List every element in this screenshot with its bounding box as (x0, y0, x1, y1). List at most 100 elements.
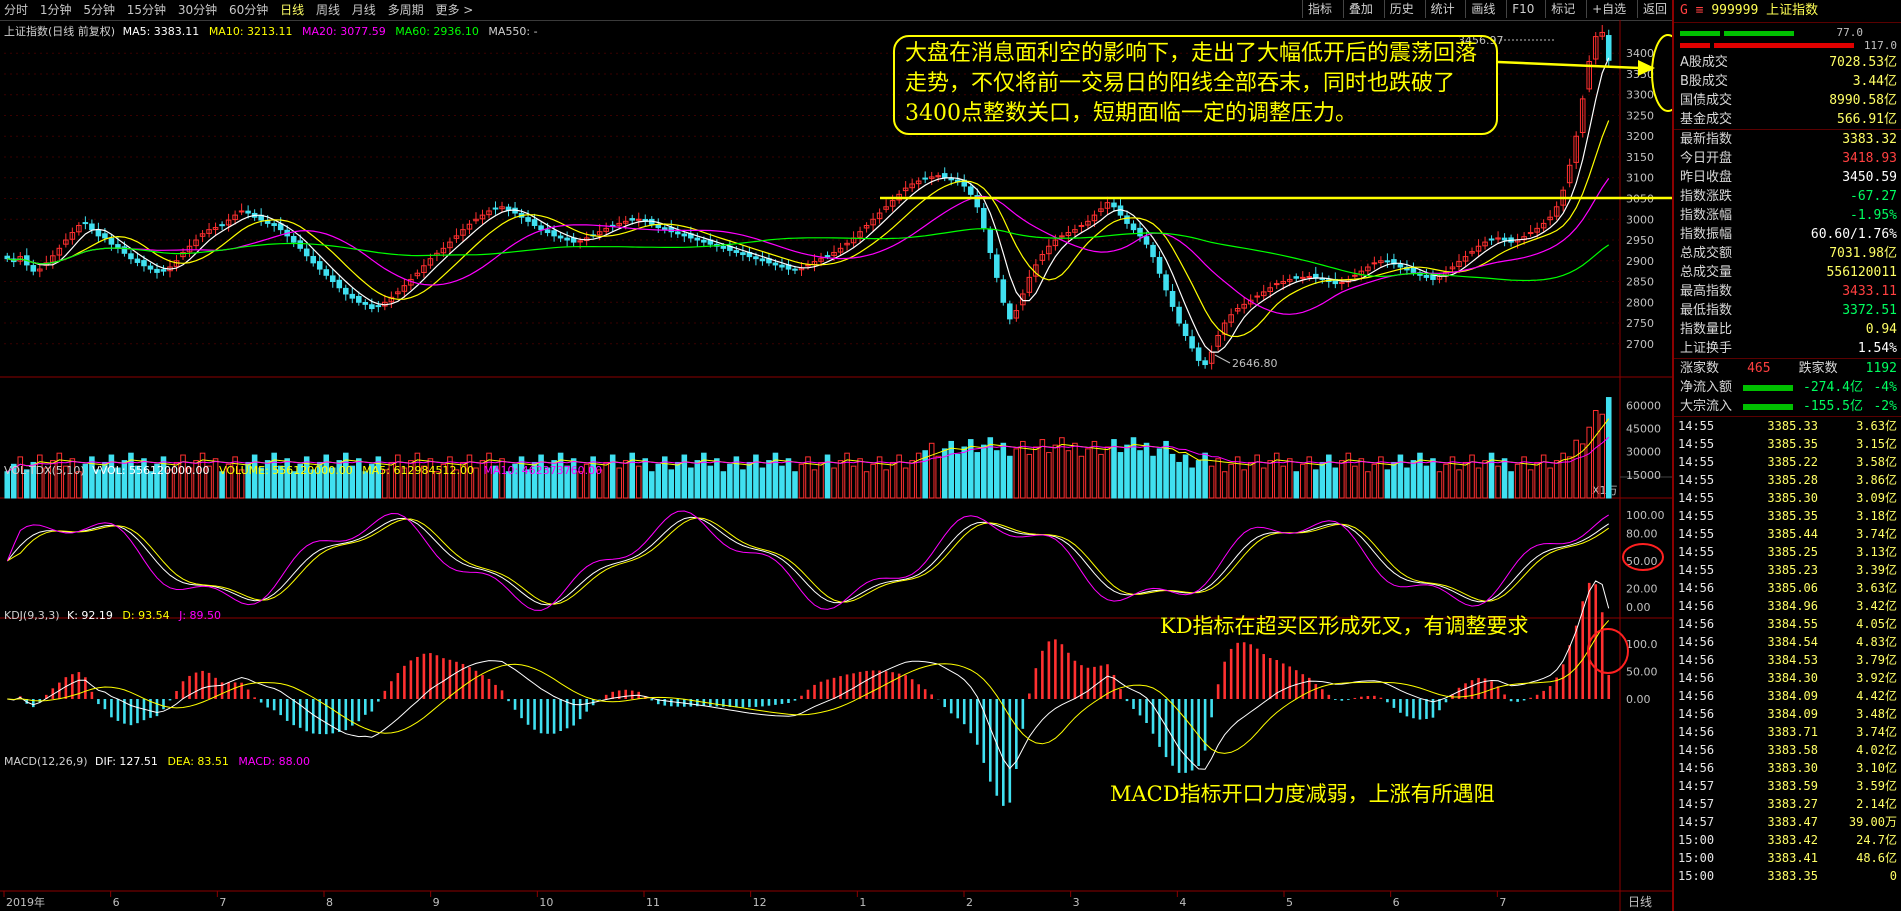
stat-row-0-value: 7028.53亿 (1829, 55, 1897, 70)
tick-time: 14:56 (1678, 617, 1715, 631)
candle-body (779, 264, 785, 268)
main-y-tick: 2850 (1626, 276, 1654, 289)
tick-time: 14:55 (1678, 473, 1715, 487)
sidebar-menu-icon[interactable]: G ≡ (1680, 3, 1703, 18)
tick-price: 3385.23 (1767, 563, 1818, 577)
kdj-k-value: K: 92.19 (67, 609, 113, 622)
volume-bar (818, 461, 824, 499)
candle-body (505, 206, 512, 211)
quote-row-7-value: 556120011 (1826, 265, 1897, 280)
volume-bar (792, 471, 798, 499)
ma20-value: MA20: 3077.59 (302, 25, 386, 38)
tick-row: 15:00 3383.42 24.7亿 (1674, 831, 1901, 849)
volume-bar (1124, 444, 1130, 499)
volume-bar (622, 460, 629, 499)
low-price-leader (1214, 354, 1231, 364)
statistics-button[interactable]: 统计 (1424, 0, 1460, 18)
volume-bar (603, 461, 609, 499)
volume-bar (1286, 458, 1293, 499)
candle-body (1137, 227, 1143, 237)
volume-title: VOL-TDX(5,10) (4, 464, 85, 477)
tick-row: 15:00 3383.41 48.6亿 (1674, 849, 1901, 867)
volume-bar (1605, 397, 1612, 499)
period-tab-1min[interactable]: 1分钟 (36, 0, 76, 20)
x-axis-label: 7 (1499, 896, 1506, 909)
period-tab-monthly[interactable]: 月线 (348, 0, 380, 20)
flow-row-1: 大宗流入 -155.5亿 -2% (1674, 397, 1901, 416)
stat-row-3: 基金成交 566.91亿 (1674, 110, 1901, 129)
tick-time: 14:56 (1678, 653, 1715, 667)
flow-value: -274.4亿 (1803, 380, 1863, 395)
volume-bar (1072, 442, 1078, 499)
peak-highlight-ellipse (1651, 34, 1672, 112)
f10-button[interactable]: F10 (1506, 0, 1539, 18)
volume-bar (1091, 440, 1098, 499)
back-button[interactable]: 返回 (1636, 0, 1672, 18)
candle-body (349, 293, 356, 299)
flow-bar (1742, 404, 1793, 410)
volume-bar (857, 458, 863, 499)
tick-amount: 3.63亿 (1856, 419, 1897, 433)
tick-row: 14:55 3385.44 3.74亿 (1674, 525, 1901, 543)
period-tab-15min[interactable]: 15分钟 (123, 0, 170, 20)
tick-amount: 3.74亿 (1856, 725, 1897, 739)
tick-list[interactable]: 14:55 3385.33 3.63亿 14:55 3385.35 3.15亿 14:55 3… (1674, 417, 1901, 885)
flow-label: 大宗流入 (1680, 399, 1733, 414)
candle-body (1000, 279, 1007, 303)
period-tab-fenshi[interactable]: 分时 (0, 0, 32, 20)
period-tab-weekly[interactable]: 周线 (312, 0, 344, 20)
history-button[interactable]: 历史 (1383, 0, 1419, 18)
mark-button[interactable]: 标记 (1545, 0, 1580, 18)
volume-bar (1260, 467, 1267, 499)
tick-price: 3384.30 (1767, 671, 1818, 685)
quote-row-9: 最低指数 3372.51 (1674, 301, 1901, 320)
quote-row-4-value: -1.95% (1850, 208, 1897, 223)
main-y-tick: 3250 (1626, 109, 1654, 122)
candle-body (525, 217, 531, 222)
draw-line-button[interactable]: 画线 (1465, 0, 1500, 18)
main-y-tick: 2800 (1626, 296, 1654, 309)
volume-bar (1085, 448, 1091, 499)
candle-body (1254, 295, 1260, 298)
candle-body (30, 265, 37, 272)
period-tab-30min[interactable]: 30分钟 (174, 0, 221, 20)
period-tab-5min[interactable]: 5分钟 (79, 0, 119, 20)
add-watchlist-button[interactable]: +自选 (1586, 0, 1631, 18)
period-tab-60min[interactable]: 60分钟 (225, 0, 272, 20)
tick-row: 14:55 3385.35 3.18亿 (1674, 507, 1901, 525)
volume-bar (1117, 452, 1124, 499)
kdj-legend: KDJ(9,3,3) K: 92.19 D: 93.54 J: 89.50 (4, 609, 221, 622)
volume-bar (994, 450, 1000, 499)
volume-bar (1221, 471, 1228, 499)
volume-bar (1514, 463, 1521, 499)
fund-flows: 净流入额 -274.4亿 -4% 大宗流入 -155.5亿 -2% (1674, 378, 1901, 416)
indicator-button[interactable]: 指标 (1302, 0, 1337, 18)
tick-row: 14:56 3383.30 3.10亿 (1674, 759, 1901, 777)
tick-amount: 3.39亿 (1856, 563, 1897, 577)
period-tab-daily[interactable]: 日线 (276, 0, 308, 20)
volume-bar (675, 461, 681, 499)
volume-bar (1208, 465, 1215, 499)
candle-body (219, 224, 225, 227)
macd-dea-value: DEA: 83.51 (167, 755, 229, 768)
x-axis-label: 10 (539, 896, 553, 909)
candle-body (1410, 267, 1417, 273)
quote-row-9-label: 最低指数 (1680, 303, 1733, 318)
volume-bar (974, 452, 981, 499)
period-tab-multi[interactable]: 多周期 (384, 0, 428, 20)
tick-price: 3384.09 (1767, 707, 1818, 721)
main-annotation-box: 大盘在消息面利空的影响下，走出了大幅低开后的震荡回落走势，不仅将前一交易日的阳线… (893, 35, 1498, 135)
candle-body (134, 258, 141, 263)
period-tab-more[interactable]: 更多 > (431, 0, 477, 20)
x-axis-label: 9 (433, 896, 440, 909)
volume-bar (948, 440, 955, 499)
overlay-button[interactable]: 叠加 (1342, 0, 1378, 18)
main-y-tick: 2700 (1626, 338, 1654, 351)
candle-body (89, 223, 95, 231)
flow-pct: -4% (1873, 380, 1897, 395)
quote-row-8: 最高指数 3433.11 (1674, 282, 1901, 301)
volume-bar (642, 458, 649, 499)
quote-row-5: 指数振幅 60.60/1.76% (1674, 225, 1901, 244)
tick-time: 14:55 (1678, 455, 1715, 469)
kdj-y-tick: 80.00 (1626, 527, 1658, 540)
